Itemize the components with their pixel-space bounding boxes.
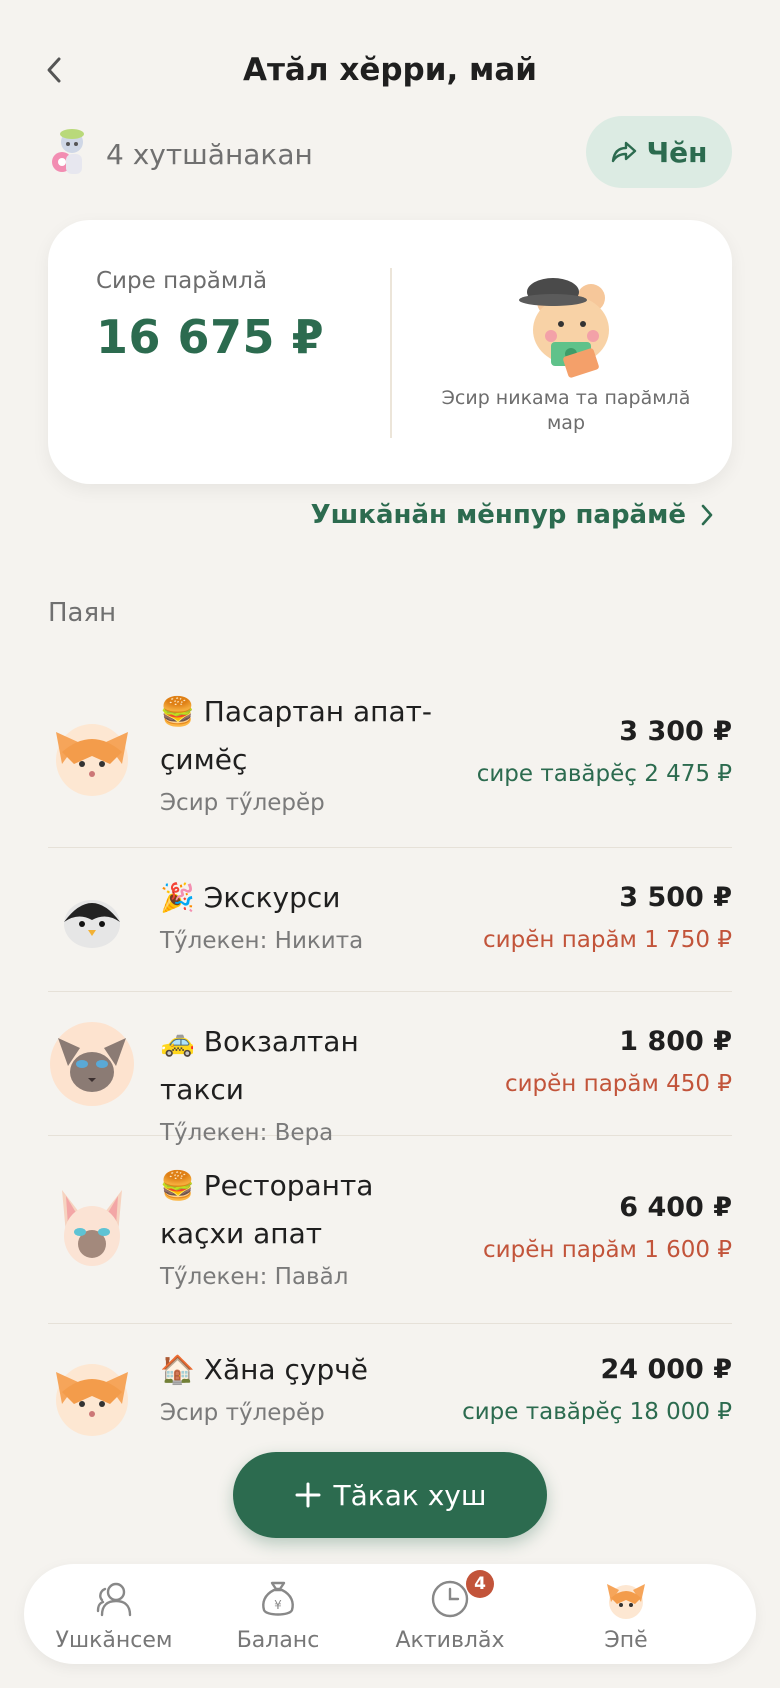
expense-status: сирĕн парăм 450 ₽: [504, 1071, 732, 1097]
expense-amount: 24 000 ₽: [600, 1354, 732, 1385]
members-count: 4 хутшăнакан: [106, 137, 313, 171]
sphynx-cat-icon: [62, 1190, 122, 1266]
tab-profile[interactable]: Эпĕ: [536, 1576, 716, 1653]
header: Атăл хĕрри, май: [0, 40, 780, 100]
expense-amount: 3 500 ₽: [619, 882, 732, 913]
expense-payer: Эсир тӳлерĕр: [160, 1400, 325, 1426]
people-icon: [96, 1582, 132, 1617]
avatar-icon: [607, 1584, 645, 1619]
plus-icon: [295, 1482, 321, 1508]
penguin-icon: [64, 900, 120, 948]
expense-emoji: 🎉: [160, 881, 195, 914]
add-expense-label: Тăкак хуш: [333, 1478, 487, 1512]
expense-list: 🍔 Пасартан апат-çимĕç Эсир тӳлерĕр 3 300…: [48, 660, 732, 1454]
tab-groups-label: Ушкăнсем: [55, 1628, 173, 1653]
expense-status: сире тавăрĕç 2 475 ₽: [476, 761, 732, 787]
expense-name: Хăна çурчĕ: [203, 1353, 368, 1386]
clock-icon: [431, 1580, 469, 1618]
bottom-tab-bar: Ушкăнсем ¥ Баланс 4 Активлăх Эпĕ: [24, 1564, 756, 1664]
balance-summary-card: Сире парăмлă 16 675 ₽ Эсир никама та пар…: [48, 220, 732, 484]
expense-status: сирĕн парăм 1 600 ₽: [483, 1237, 732, 1263]
expense-row[interactable]: 🏠 Хăна çурчĕ Эсир тӳлерĕр 24 000 ₽ сире …: [48, 1324, 732, 1454]
tab-balance[interactable]: ¥ Баланс: [188, 1576, 368, 1653]
group-debts-link-label: Ушкăнăн мĕнпур парăмĕ: [310, 500, 686, 530]
expense-amount: 1 800 ₽: [619, 1026, 732, 1057]
expense-emoji: 🍔: [160, 695, 195, 728]
expense-payer: Тӳлекен: Павăл: [160, 1264, 349, 1290]
expense-status: сире тавăрĕç 18 000 ₽: [462, 1399, 732, 1425]
expense-name: Экскурси: [203, 881, 341, 914]
summary-divider: [390, 268, 392, 438]
tab-activity[interactable]: 4 Активлăх: [360, 1570, 540, 1653]
tab-groups[interactable]: Ушкăнсем: [24, 1576, 204, 1653]
money-bag-icon: ¥: [262, 1581, 294, 1616]
add-expense-button[interactable]: Тăкак хуш: [233, 1452, 547, 1538]
expense-row[interactable]: 🍔 Пасартан апат-çимĕç Эсир тӳлерĕр 3 300…: [48, 660, 732, 848]
expense-name: Пасартан апат-çимĕç: [160, 695, 433, 776]
expense-row[interactable]: 🍔 Ресторанта каçхи апат Тӳлекен: Павăл 6…: [48, 1136, 732, 1324]
tab-balance-label: Баланс: [236, 1628, 320, 1653]
siamese-cat-icon: [50, 1022, 134, 1106]
svg-text:¥: ¥: [274, 1598, 282, 1612]
share-button[interactable]: Чĕн: [586, 116, 732, 188]
balance-amount: 16 675 ₽: [96, 310, 325, 364]
share-button-label: Чĕн: [646, 135, 708, 169]
page-title: Атăл хĕрри, май: [242, 52, 538, 88]
balance-label: Сире парăмлă: [96, 268, 268, 294]
activity-badge: 4: [466, 1570, 494, 1598]
tab-profile-label: Эпĕ: [604, 1628, 648, 1653]
expense-amount: 3 300 ₽: [619, 716, 732, 747]
chevron-right-icon: [701, 504, 713, 526]
expense-emoji: 🏠: [160, 1353, 195, 1386]
expense-payer: Тӳлекен: Никита: [160, 928, 364, 954]
bear-mascot-icon: [519, 278, 609, 378]
expense-emoji: 🍔: [160, 1169, 195, 1202]
settled-note: Эсир никама та парăмлă мар: [441, 387, 691, 434]
expense-status: сирĕн парăм 1 750 ₽: [483, 927, 732, 953]
expense-emoji: 🚕: [160, 1025, 195, 1058]
expense-row[interactable]: 🎉 Экскурси Тӳлекен: Никита 3 500 ₽ сирĕн…: [48, 848, 732, 992]
expense-amount: 6 400 ₽: [619, 1192, 732, 1223]
tab-activity-label: Активлăх: [395, 1628, 505, 1653]
fox-icon: [56, 724, 128, 796]
section-title-today: Паян: [48, 598, 117, 628]
expense-payer: Эсир тӳлерĕр: [160, 790, 325, 816]
members-row[interactable]: 4 хутшăнакан Чĕн: [48, 116, 732, 190]
expense-row[interactable]: 🚕 Вокзалтан такси Тӳлекен: Вера 1 800 ₽ …: [48, 992, 732, 1146]
fox-icon: [56, 1364, 128, 1436]
members-avatar-icon: [52, 129, 84, 174]
group-debts-link[interactable]: Ушкăнăн мĕнпур парăмĕ: [311, 500, 714, 530]
share-icon: [611, 141, 636, 163]
